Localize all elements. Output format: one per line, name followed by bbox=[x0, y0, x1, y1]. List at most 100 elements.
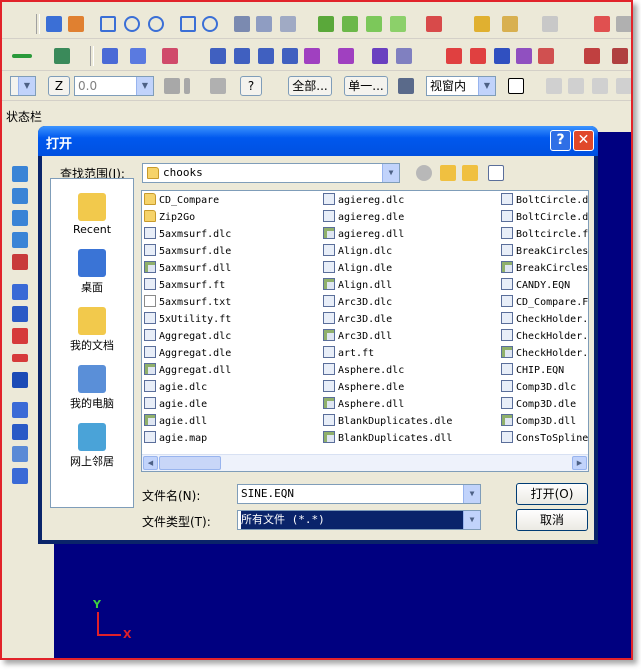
help-button[interactable]: ? bbox=[550, 130, 571, 151]
cycle-icon[interactable] bbox=[12, 188, 28, 204]
transform-icon[interactable] bbox=[210, 48, 226, 64]
file-item[interactable]: agiereg.dle bbox=[323, 209, 497, 226]
arc-icon[interactable] bbox=[12, 210, 28, 226]
file-item[interactable]: BoltCircle.d bbox=[501, 192, 588, 209]
open-button[interactable]: 打开(O) bbox=[516, 483, 588, 505]
plane-select[interactable]: ▼ bbox=[10, 76, 36, 96]
box-select-icon[interactable] bbox=[568, 78, 584, 94]
folder-item[interactable]: CD_Compare bbox=[144, 192, 318, 209]
file-item[interactable]: Arc3D.dlc bbox=[323, 294, 497, 311]
lightning-icon[interactable] bbox=[164, 78, 180, 94]
cube-side-icon[interactable] bbox=[366, 16, 382, 32]
place-recent[interactable]: Recent bbox=[51, 193, 133, 236]
dialog-titlebar[interactable]: 打开 ? ✕ bbox=[38, 126, 598, 156]
chamfer-icon[interactable] bbox=[12, 446, 28, 462]
file-item[interactable]: 5axmsurf.ft bbox=[144, 277, 318, 294]
folder-item[interactable]: Zip2Go bbox=[144, 209, 318, 226]
zoom-in-icon[interactable] bbox=[124, 16, 140, 32]
plane-icon[interactable] bbox=[12, 354, 28, 362]
rotate-icon[interactable] bbox=[234, 16, 250, 32]
horizontal-scrollbar[interactable]: ◀ ▶ bbox=[142, 454, 588, 471]
view-cube-icon[interactable] bbox=[426, 16, 442, 32]
shell-icon[interactable] bbox=[12, 468, 28, 484]
file-item[interactable]: 5axmsurf.txt bbox=[144, 294, 318, 311]
file-item[interactable]: 5axmsurf.dll bbox=[144, 260, 318, 277]
file-item[interactable]: CheckHolder. bbox=[501, 311, 588, 328]
file-item[interactable]: agiereg.dlc bbox=[323, 192, 497, 209]
file-item[interactable]: BreakCircles bbox=[501, 260, 588, 277]
place-network[interactable]: 网上邻居 bbox=[51, 423, 133, 469]
rotate-view-icon[interactable] bbox=[256, 16, 272, 32]
cylinder-solid-icon[interactable] bbox=[12, 306, 28, 322]
poly-select-icon[interactable] bbox=[592, 78, 608, 94]
file-item[interactable]: Comp3D.dlc bbox=[501, 379, 588, 396]
cylinder-icon[interactable] bbox=[54, 48, 70, 64]
pointer-icon[interactable] bbox=[508, 78, 524, 94]
branch-icon[interactable] bbox=[102, 48, 118, 64]
arrow-up-icon[interactable] bbox=[12, 166, 28, 182]
file-item[interactable]: Boltcircle.f bbox=[501, 226, 588, 243]
cone-icon[interactable] bbox=[12, 328, 28, 344]
mirror-icon[interactable] bbox=[258, 48, 274, 64]
file-item[interactable]: ConsToSpline bbox=[501, 430, 588, 447]
file-item[interactable]: Arc3D.dll bbox=[323, 328, 497, 345]
file-item[interactable]: Aggregat.dle bbox=[144, 345, 318, 362]
single-button[interactable]: 单一... bbox=[344, 76, 388, 96]
settings-icon[interactable] bbox=[612, 48, 628, 64]
filetype-select[interactable]: 所有文件 (*.*) ▼ bbox=[237, 510, 481, 530]
link-icon[interactable] bbox=[396, 48, 412, 64]
file-item[interactable]: 5axmsurf.dlc bbox=[144, 226, 318, 243]
place-desktop[interactable]: 桌面 bbox=[51, 249, 133, 295]
file-item[interactable]: agie.dlc bbox=[144, 379, 318, 396]
back-icon[interactable] bbox=[416, 165, 432, 181]
extrude-icon[interactable] bbox=[12, 402, 28, 418]
zoom-half-icon[interactable] bbox=[202, 16, 218, 32]
star-tool-icon[interactable] bbox=[130, 48, 146, 64]
exclaim-icon[interactable] bbox=[184, 78, 190, 94]
view-select[interactable]: 视窗内 ▼ bbox=[426, 76, 496, 96]
scroll-thumb[interactable] bbox=[159, 456, 221, 470]
file-item[interactable]: CheckHolder. bbox=[501, 345, 588, 362]
file-item[interactable]: Align.dlc bbox=[323, 243, 497, 260]
file-item[interactable]: agiereg.dll bbox=[323, 226, 497, 243]
sphere-icon[interactable] bbox=[12, 254, 28, 270]
file-item[interactable]: 5xUtility.ft bbox=[144, 311, 318, 328]
cube-iso-icon[interactable] bbox=[390, 16, 406, 32]
solid-box-icon[interactable] bbox=[12, 372, 28, 388]
pencil-icon[interactable] bbox=[474, 16, 490, 32]
file-item[interactable]: Comp3D.dll bbox=[501, 413, 588, 430]
eraser-icon[interactable] bbox=[516, 48, 532, 64]
more-icon[interactable] bbox=[616, 16, 631, 32]
file-item[interactable]: Align.dle bbox=[323, 260, 497, 277]
curve-tool-icon[interactable] bbox=[162, 48, 178, 64]
lookin-select[interactable]: chooks ▼ bbox=[142, 163, 400, 183]
cube-top-icon[interactable] bbox=[318, 16, 334, 32]
fit-icon[interactable] bbox=[68, 16, 84, 32]
file-item[interactable]: Asphere.dll bbox=[323, 396, 497, 413]
table-icon[interactable] bbox=[446, 48, 462, 64]
cube-front-icon[interactable] bbox=[342, 16, 358, 32]
place-my-computer[interactable]: 我的电脑 bbox=[51, 365, 133, 411]
grid-box-icon[interactable] bbox=[12, 424, 28, 440]
file-item[interactable]: Asphere.dle bbox=[323, 379, 497, 396]
box-icon[interactable] bbox=[12, 284, 28, 300]
file-item[interactable]: CD_Compare.F bbox=[501, 294, 588, 311]
file-item[interactable]: BlankDuplicates.dll bbox=[323, 430, 497, 447]
grid-icon[interactable] bbox=[372, 48, 388, 64]
help-pointer-icon[interactable] bbox=[594, 16, 610, 32]
trim-icon[interactable] bbox=[338, 48, 354, 64]
line-icon[interactable] bbox=[12, 54, 32, 58]
brush-icon[interactable] bbox=[538, 48, 554, 64]
list-icon[interactable] bbox=[470, 48, 486, 64]
pointer-alt-icon[interactable] bbox=[546, 78, 562, 94]
file-item[interactable]: Aggregat.dll bbox=[144, 362, 318, 379]
rotate-copy-icon[interactable] bbox=[282, 48, 298, 64]
scroll-right-icon[interactable]: ▶ bbox=[572, 456, 587, 470]
cancel-button[interactable]: 取消 bbox=[516, 509, 588, 531]
close-button[interactable]: ✕ bbox=[573, 130, 594, 151]
dimension-icon[interactable] bbox=[494, 48, 510, 64]
wand-icon[interactable] bbox=[502, 16, 518, 32]
layers-icon[interactable] bbox=[584, 48, 600, 64]
filename-input[interactable]: SINE.EQN ▼ bbox=[237, 484, 481, 504]
file-item[interactable]: Aggregat.dlc bbox=[144, 328, 318, 345]
